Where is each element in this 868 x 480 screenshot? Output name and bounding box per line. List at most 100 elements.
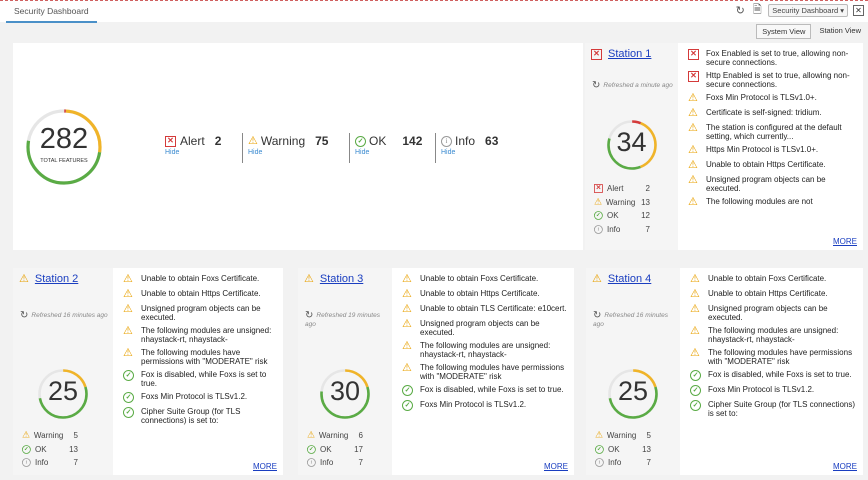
warning-icon: ⚠ [690, 303, 700, 315]
issue-item[interactable]: ✓ Fox is disabled, while Foxs is set to t… [121, 370, 279, 388]
issue-text: Fox Enabled is set to true, allowing non… [706, 49, 849, 67]
refresh-icon[interactable]: ↻ [305, 311, 313, 321]
issue-item[interactable]: ✕ Fox Enabled is set to true, allowing no… [686, 49, 859, 67]
warning-icon: ⚠ [688, 174, 698, 186]
issue-item[interactable]: ✓ Fox is disabled, while Foxs is set to t… [400, 385, 570, 396]
warning-icon: ⚠ [402, 362, 412, 374]
issue-item[interactable]: ✓ Foxs Min Protocol is TLSv1.2. [121, 392, 279, 403]
issue-item[interactable]: ⚠ Unsigned program objects can be execute… [400, 319, 570, 338]
summary-card: 282 TOTAL FEATURES ✕ Alert 2 Hide ⚠ Warning… [13, 43, 583, 250]
refresh-icon[interactable]: ↻ [592, 81, 600, 91]
issue-item[interactable]: ⚠ Unable to obtain Https Certificate. [688, 289, 859, 300]
issue-item[interactable]: ⚠ The following modules have permissions … [688, 347, 859, 367]
issue-item[interactable]: ⚠ The station is configured at the defaul… [686, 123, 859, 142]
warning-icon: ⚠ [594, 197, 602, 207]
issue-item[interactable]: ⚠ Https Min Protocol is TLSv1.0+. [686, 145, 859, 156]
issue-text: The following modules have permissions w… [420, 363, 565, 381]
issue-text: The following modules are not [706, 197, 813, 206]
issue-list: ⚠ Unable to obtain Foxs Certificate. ⚠ Unab… [688, 274, 859, 456]
station-link[interactable]: Station 3 [320, 273, 363, 285]
issue-text: Unable to obtain TLS Certificate: e10cer… [420, 304, 567, 313]
issue-text: The following modules are unsigned: nhay… [141, 326, 272, 344]
count-label: OK [35, 444, 47, 454]
count-row: i Info 7 [595, 456, 651, 470]
refresh-icon[interactable]: ↻ [593, 311, 601, 321]
refreshed-text: Refreshed 19 minutes ago [305, 312, 380, 328]
info-icon: i [594, 224, 603, 234]
ok-icon: ✓ [123, 407, 134, 418]
issue-item[interactable]: ⚠ The following modules are unsigned: nha… [688, 326, 859, 345]
more-link[interactable]: MORE [833, 462, 857, 471]
view-select[interactable]: Security Dashboard ▾ [768, 4, 848, 17]
warning-hide-link[interactable]: Hide [248, 149, 328, 156]
system-view-button[interactable]: System View [756, 24, 812, 39]
more-link[interactable]: MORE [833, 237, 857, 246]
issue-item[interactable]: ✓ Cipher Suite Group (for TLS connections… [688, 400, 859, 418]
station-link[interactable]: Station 4 [608, 273, 651, 285]
issue-item[interactable]: ⚠ Foxs Min Protocol is TLSv1.0+. [686, 93, 859, 104]
warning-icon: ⚠ [402, 303, 412, 315]
issue-item[interactable]: ⚠ The following modules are unsigned: nha… [400, 341, 570, 360]
divider [435, 133, 436, 163]
issue-item[interactable]: ⚠ Unsigned program objects can be execute… [686, 174, 859, 194]
issue-item[interactable]: ✓ Fox is disabled, while Foxs is set to t… [688, 370, 859, 381]
ok-count: 142 [402, 134, 423, 148]
warning-icon: ⚠ [690, 347, 700, 359]
alert-hide-link[interactable]: Hide [165, 149, 221, 156]
warning-icon: ⚠ [690, 288, 700, 300]
more-link[interactable]: MORE [253, 462, 277, 471]
info-hide-link[interactable]: Hide [441, 149, 498, 156]
warning-icon: ⚠ [402, 274, 412, 285]
export-icon[interactable]: 🗎 [751, 4, 763, 17]
refresh-icon[interactable]: ↻ [20, 311, 28, 321]
station-card: ⚠ Station 4 ↻ Refreshed 16 minutes ago 25 ⚠ Wa… [586, 268, 863, 475]
ok-icon: ✓ [402, 385, 413, 396]
issue-text: Unsigned program objects can be executed… [706, 175, 826, 193]
warning-icon: ⚠ [123, 347, 133, 359]
station-counts: ✕ Alert 2 ⚠ Warning 13 ✓ OK 12 i Info 7 [594, 182, 650, 236]
issue-item[interactable]: ⚠ The following modules have permissions … [121, 347, 279, 367]
issue-text: The following modules have permissions w… [708, 348, 853, 366]
issue-item[interactable]: ⚠ Unable to obtain Foxs Certificate. [400, 274, 570, 285]
count-label: Info [35, 458, 49, 468]
issue-item[interactable]: ⚠ Unable to obtain Foxs Certificate. [121, 274, 279, 285]
issue-item[interactable]: ✓ Cipher Suite Group (for TLS connections… [121, 407, 279, 425]
warning-icon: ⚠ [688, 159, 698, 171]
issue-item[interactable]: ⚠ Unable to obtain TLS Certificate: e10ce… [400, 304, 570, 315]
issue-item[interactable]: ⚠ Unsigned program objects can be execute… [121, 304, 279, 323]
issue-text: Unsigned program objects can be executed… [708, 304, 828, 322]
issue-item[interactable]: ⚠ Unable to obtain Https Certificate. [686, 160, 859, 171]
issue-item[interactable]: ✕ Http Enabled is set to true, allowing n… [686, 71, 859, 89]
warning-icon: ⚠ [688, 92, 698, 104]
issue-item[interactable]: ✓ Foxs Min Protocol is TLSv1.2. [688, 385, 859, 396]
issue-text: Unable to obtain Https Certificate. [706, 160, 826, 169]
more-link[interactable]: MORE [544, 462, 568, 471]
issue-item[interactable]: ✓ Foxs Min Protocol is TLSv1.2. [400, 400, 570, 411]
station-link[interactable]: Station 1 [608, 48, 651, 60]
close-icon[interactable]: ✕ [853, 5, 864, 16]
count-value: 5 [73, 431, 78, 441]
issue-item[interactable]: ⚠ Unsigned program objects can be execute… [688, 303, 859, 323]
refresh-icon[interactable]: ↻ [734, 5, 746, 17]
station-view-button[interactable]: Station View [814, 24, 866, 39]
station-summary-panel: ✕ Station 1 ↻ Refreshed a minute ago 34 ✕ Aler… [585, 43, 678, 250]
count-row: ✓ OK 12 [594, 209, 650, 223]
count-value: 13 [642, 444, 651, 454]
count-value: 17 [354, 444, 363, 454]
ok-hide-link[interactable]: Hide [355, 149, 422, 156]
issue-item[interactable]: ⚠ Unable to obtain Https Certificate. [121, 289, 279, 300]
issue-item[interactable]: ⚠ Unable to obtain Https Certificate. [400, 289, 570, 300]
count-label: OK [608, 444, 620, 454]
issue-item[interactable]: ⚠ Unable to obtain Foxs Certificate. [688, 274, 859, 285]
station-link[interactable]: Station 2 [35, 273, 78, 285]
station-counts: ⚠ Warning 5 ✓ OK 13 i Info 7 [22, 429, 78, 470]
ok-icon: ✓ [690, 385, 701, 396]
refresh-status: ↻ Refreshed a minute ago [592, 81, 675, 91]
issue-item[interactable]: ⚠ The following modules are not [686, 197, 859, 208]
issue-item[interactable]: ⚠ Certificate is self-signed: tridium. [686, 108, 859, 119]
station-card: ✕ Station 1 ↻ Refreshed a minute ago 34 ✕ Aler… [585, 43, 863, 250]
ok-summary: ✓ OK 142 Hide [355, 134, 422, 156]
issue-item[interactable]: ⚠ The following modules have permissions … [400, 362, 570, 382]
issue-item[interactable]: ⚠ The following modules are unsigned: nha… [121, 326, 279, 345]
tab-security-dashboard[interactable]: Security Dashboard [6, 4, 97, 23]
